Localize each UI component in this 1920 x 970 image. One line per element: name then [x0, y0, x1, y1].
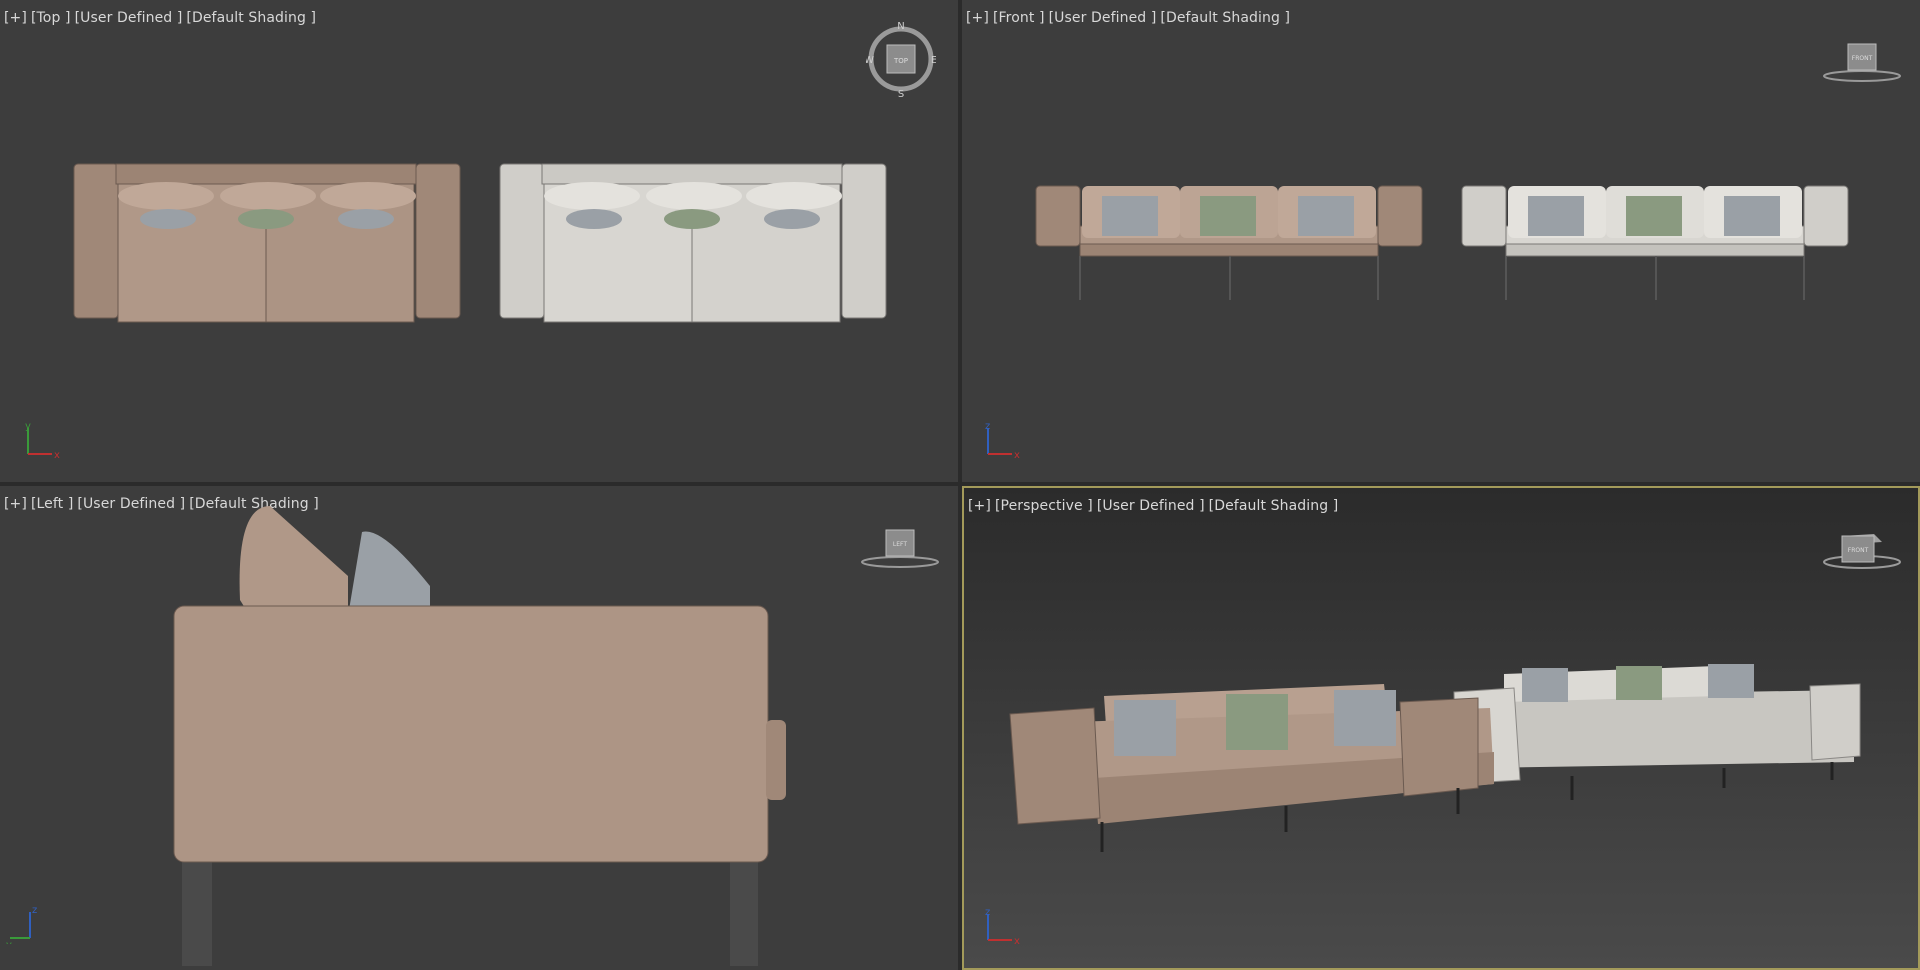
compass-e: E — [931, 55, 936, 66]
front-view-scene[interactable] — [962, 0, 1920, 482]
compass-s: S — [898, 89, 904, 98]
viewcube-ring-icon — [1823, 70, 1901, 82]
viewcube-perspective[interactable]: FRONT — [1820, 526, 1904, 572]
viewcube-front[interactable]: FRONT — [1820, 40, 1904, 84]
perspective-view-scene[interactable] — [964, 488, 1918, 968]
top-view-scene[interactable] — [0, 0, 958, 482]
sofa-taupe-top[interactable] — [73, 163, 461, 323]
viewport-perspective[interactable]: [+] [Perspective ] [User Defined ] [Default… — [962, 486, 1920, 970]
axis-tripod-icon: z x — [985, 421, 1020, 460]
axis-label-y: y — [25, 421, 31, 432]
axis-tripod-icon: z x — [985, 907, 1020, 946]
sofa-white-top[interactable] — [499, 163, 887, 323]
viewcube-left[interactable]: LEFT — [858, 526, 942, 570]
axis-label-x: x — [1014, 450, 1020, 460]
viewport-grid: [+] [Top ] [User Defined ] [Default Shading… — [0, 0, 1920, 970]
axis-tripod-icon: y x — [25, 421, 60, 460]
sofa-white-front[interactable] — [1461, 185, 1849, 300]
sofa-taupe-side[interactable] — [173, 506, 786, 966]
viewcube-top[interactable]: TOP N S E W — [864, 20, 937, 100]
sofa-white-perspective[interactable] — [1453, 664, 1861, 800]
axis-label-x: x — [54, 450, 60, 460]
viewcube-face-label: LEFT — [893, 541, 907, 548]
viewcube-ring-icon — [861, 556, 939, 568]
viewcube-face-label: FRONT — [1852, 55, 1873, 62]
axis-label-z: z — [32, 905, 37, 916]
axis-label-z: z — [985, 907, 990, 918]
viewport-front[interactable]: [+] [Front ] [User Defined ] [Default Shadi… — [962, 0, 1920, 482]
compass-w: W — [866, 55, 874, 66]
sofa-taupe-perspective[interactable] — [1009, 684, 1494, 852]
compass-n: N — [897, 21, 904, 32]
viewcube-face-label: FRONT — [1848, 547, 1869, 554]
axis-tripod-icon: z y — [6, 905, 37, 944]
axis-label-x: x — [1014, 936, 1020, 946]
viewport-left[interactable]: [+] [Left ] [User Defined ] [Default Shadin… — [0, 486, 958, 970]
viewport-top[interactable]: [+] [Top ] [User Defined ] [Default Shading… — [0, 0, 958, 482]
viewcube-face-label: TOP — [893, 57, 908, 65]
axis-label-z: z — [985, 421, 990, 432]
left-view-scene[interactable] — [0, 486, 958, 970]
axis-label-y: y — [6, 940, 12, 944]
sofa-taupe-front[interactable] — [1035, 185, 1423, 300]
